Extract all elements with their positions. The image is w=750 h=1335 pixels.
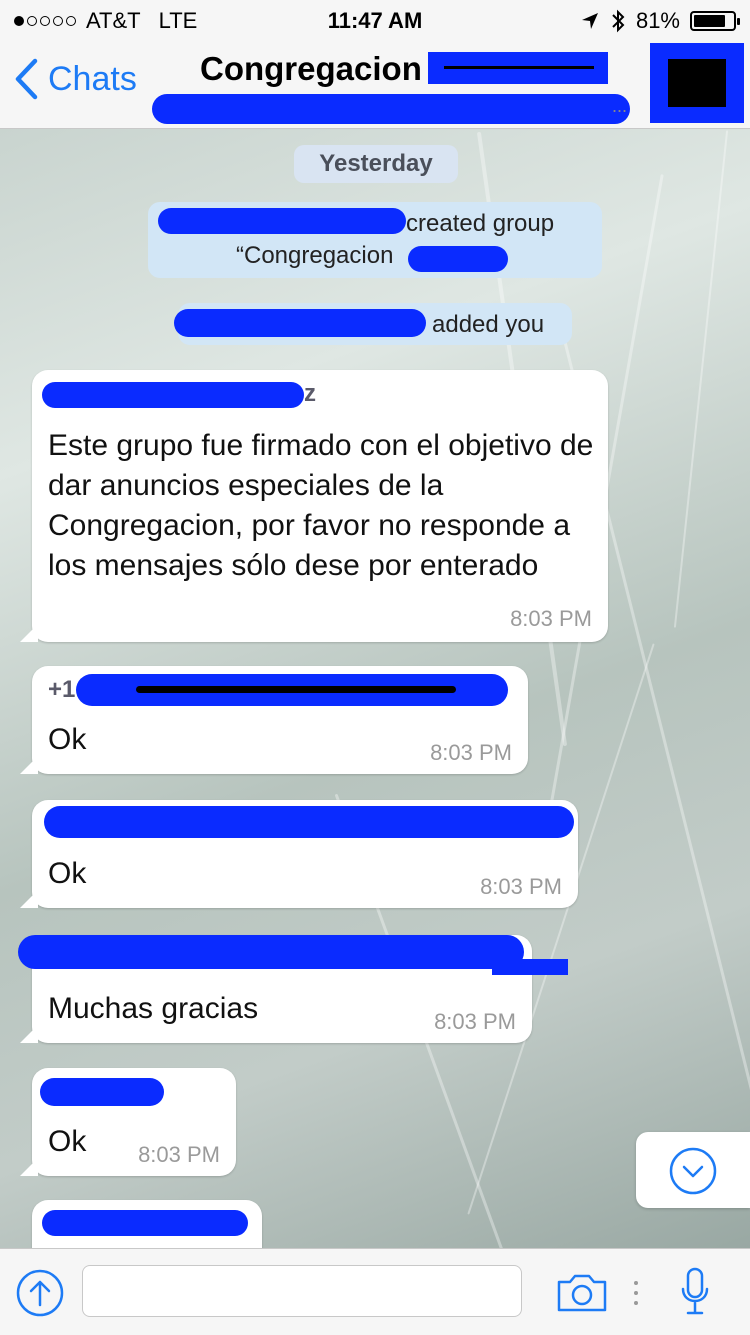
compose-bar [0, 1248, 750, 1335]
title-redaction [428, 52, 608, 84]
bluetooth-icon [612, 9, 625, 33]
message-bubble[interactable]: +1 Ok 8:03 PM [20, 666, 528, 774]
back-button[interactable]: Chats [14, 58, 137, 100]
attach-button[interactable] [16, 1269, 64, 1317]
microphone-button[interactable] [680, 1267, 710, 1317]
battery-icon [690, 11, 740, 31]
sender-name: +1 [48, 676, 76, 703]
system-message-added: added you [174, 303, 572, 345]
message-text: Muchas gracias [48, 992, 259, 1025]
sender-redaction [42, 1210, 248, 1236]
scroll-to-bottom-button[interactable] [636, 1132, 750, 1208]
camera-button[interactable] [556, 1273, 608, 1313]
message-time: 8:03 PM [510, 606, 592, 631]
message-time: 8:03 PM [480, 874, 562, 899]
battery-percent: 81% [635, 8, 680, 33]
message-bubble[interactable] [32, 1200, 262, 1248]
message-bubble[interactable]: Ok 8:03 PM [20, 1068, 236, 1176]
message-bubble[interactable]: Muchas gracias 8:03 PM [18, 935, 568, 1043]
sender-redaction [44, 806, 574, 838]
sender-redaction [18, 935, 524, 969]
message-text: Ok [48, 723, 87, 756]
group-title[interactable]: Congregacion [200, 50, 422, 88]
message-time: 8:03 PM [138, 1142, 220, 1167]
location-arrow-icon [581, 13, 598, 29]
chevron-down-circle-icon [669, 1147, 717, 1195]
chat-header: Chats Congregacion ... [0, 40, 750, 129]
status-right: 81% [580, 8, 740, 34]
date-badge: Yesterday [294, 145, 458, 183]
back-label: Chats [48, 59, 137, 98]
sender-redaction [42, 382, 304, 408]
sender-redaction [76, 674, 508, 706]
message-list[interactable]: Yesterday created group “Congregacion ad… [0, 129, 750, 1248]
group-avatar[interactable] [650, 43, 744, 123]
message-text: Ok [48, 1125, 87, 1158]
sender-name: z [304, 380, 316, 407]
message-text: Ok [48, 857, 87, 890]
message-time: 8:03 PM [434, 1009, 516, 1034]
more-dots-icon [634, 1281, 638, 1305]
system-message-group-created: created group “Congregacion [148, 202, 602, 278]
status-bar: AT&T LTE 11:47 AM 81% [0, 0, 750, 40]
message-bubble[interactable]: z Este grupo fue firmado con el objetivo… [20, 370, 608, 642]
chevron-left-icon [15, 58, 38, 100]
message-time: 8:03 PM [430, 740, 512, 765]
participants-redaction [152, 94, 630, 124]
message-input[interactable] [82, 1265, 522, 1317]
sender-redaction [40, 1078, 164, 1106]
message-bubble[interactable]: Ok 8:03 PM [20, 800, 578, 908]
message-text: Este grupo fue firmado con el objetivo d… [48, 429, 594, 582]
